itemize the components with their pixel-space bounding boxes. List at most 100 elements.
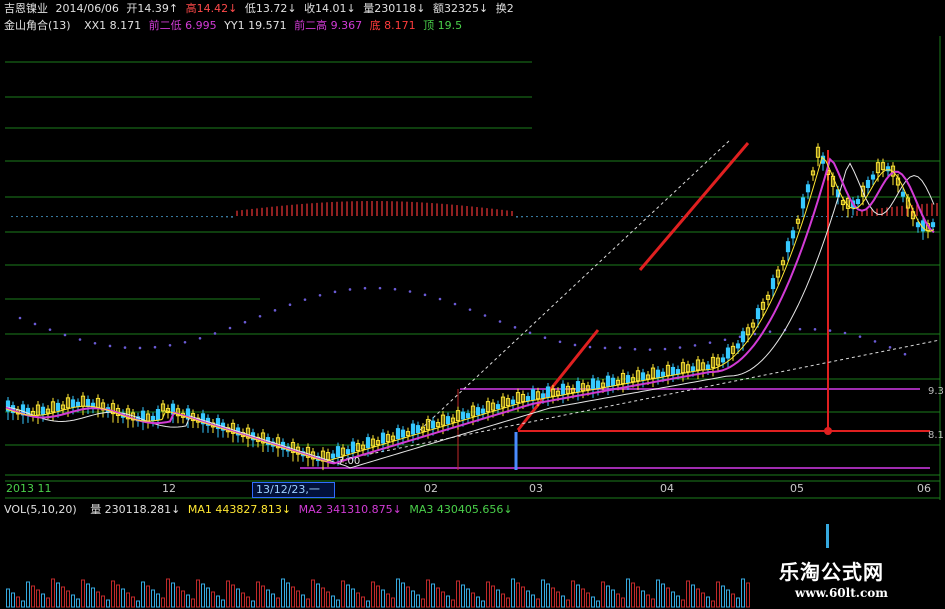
volume-bar xyxy=(566,599,570,608)
volume-bar xyxy=(236,588,240,608)
candle-body xyxy=(640,372,646,381)
sar-dot xyxy=(333,290,337,294)
candle-body xyxy=(610,377,616,386)
volume-bar xyxy=(646,594,650,608)
volume-bar xyxy=(226,580,230,608)
volume-bar xyxy=(241,592,245,608)
volume-bar xyxy=(276,597,280,608)
candle-body xyxy=(400,429,406,438)
high-price: 高14.42↓ xyxy=(185,2,238,15)
candle-body xyxy=(530,389,536,401)
candle-body xyxy=(445,416,451,425)
candle-body xyxy=(430,420,436,429)
volume-bar xyxy=(316,583,320,608)
candle-body xyxy=(740,331,746,343)
sar-dot xyxy=(768,330,772,333)
volume-bar xyxy=(556,591,560,608)
volume-bar xyxy=(146,585,150,608)
volume-bar xyxy=(196,579,200,608)
volume-bar xyxy=(461,584,465,608)
indicator-header: 金山角合(13) XX1 8.171 前二低 6.995 YY1 19.571 … xyxy=(4,19,466,33)
vol-ma1: MA1 443827.813↓ xyxy=(187,503,292,516)
volume-bar xyxy=(11,592,15,608)
sar-dot xyxy=(288,303,292,307)
sar-dot xyxy=(663,347,667,351)
volume-bar xyxy=(406,586,410,608)
sar-dot xyxy=(183,340,187,344)
volume-bar xyxy=(336,599,340,608)
selected-date-box[interactable]: 13/12/23,一 xyxy=(252,482,335,498)
marker-dot xyxy=(824,427,832,435)
candle-body xyxy=(755,308,761,320)
candle-body xyxy=(915,222,921,228)
volume-bar xyxy=(161,597,165,608)
sar-dot xyxy=(648,348,652,351)
volume-bar xyxy=(686,580,690,608)
candle-body xyxy=(155,409,161,421)
volume-bar xyxy=(181,590,185,608)
volume-bar xyxy=(101,595,105,608)
volume-bar xyxy=(286,582,290,608)
candle-body xyxy=(900,191,906,197)
candle-body xyxy=(705,364,711,370)
sar-dot xyxy=(378,286,382,290)
indicator-prev-high: 前二高 9.367 xyxy=(294,19,363,32)
sar-dot xyxy=(678,346,682,349)
volume-bar xyxy=(521,586,525,608)
sar-dot xyxy=(213,332,217,335)
volume-bar xyxy=(36,589,40,608)
candle-body xyxy=(590,378,596,390)
candle-body xyxy=(510,399,516,405)
x-label-12: 12 xyxy=(162,482,176,495)
quote-header: 吉恩镍业 2014/06/06 开14.39↑ 高14.42↓ 低13.72↓ … xyxy=(4,2,518,16)
sar-dot xyxy=(78,338,82,341)
sar-dot xyxy=(63,333,67,337)
volume-bar xyxy=(136,600,140,608)
volume-bar xyxy=(201,583,205,608)
low-price-label: 7.00 xyxy=(338,456,361,467)
candle-body xyxy=(865,179,871,188)
candle-body xyxy=(800,197,806,209)
candle-body xyxy=(55,402,61,411)
sar-dot xyxy=(18,316,22,320)
volume-bar xyxy=(546,583,550,608)
volume-bar xyxy=(386,593,390,608)
volume-bar xyxy=(551,587,555,608)
volume-bar xyxy=(721,585,725,608)
candle-body xyxy=(725,347,731,359)
sar-dot xyxy=(108,344,112,348)
candle-body xyxy=(365,437,371,449)
volume-bar xyxy=(71,594,75,608)
volume-bar xyxy=(341,580,345,608)
volume-bar xyxy=(171,582,175,608)
candle-body xyxy=(560,383,566,395)
volume-bar xyxy=(156,593,160,608)
volume-bar xyxy=(86,583,90,608)
x-label-02: 02 xyxy=(424,482,438,495)
volume-bar xyxy=(191,598,195,608)
volume-bar xyxy=(681,599,685,608)
volume-bar xyxy=(541,579,545,608)
candle-body xyxy=(770,278,776,290)
volume-bar xyxy=(126,592,130,608)
candle-body xyxy=(465,413,471,419)
volume-bar xyxy=(391,597,395,608)
volume-bar xyxy=(326,591,330,608)
sar-dot xyxy=(93,341,97,345)
volume-bar xyxy=(651,598,655,608)
price-chart[interactable] xyxy=(0,0,945,609)
candle-body xyxy=(345,449,351,455)
indicator-prev-low: 前二低 6.995 xyxy=(148,19,217,32)
watermark-site-url: www.60lt.com xyxy=(795,586,888,600)
volume-bar xyxy=(361,596,365,608)
candle-body xyxy=(595,380,601,389)
volume-bar xyxy=(401,582,405,608)
candle-body xyxy=(495,404,501,410)
sar-dot xyxy=(228,326,232,330)
stock-name: 吉恩镍业 xyxy=(4,2,48,15)
volume-bar xyxy=(151,589,155,608)
volume-bar xyxy=(311,579,315,608)
volume-bar xyxy=(636,586,640,608)
candle-body xyxy=(150,415,156,421)
candle-body xyxy=(350,441,356,453)
